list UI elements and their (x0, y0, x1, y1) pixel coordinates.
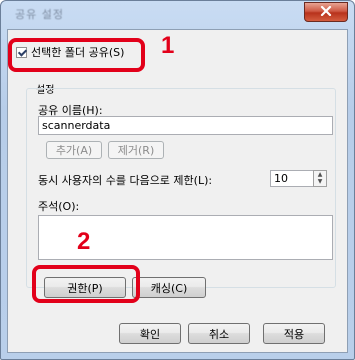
highlight-share-checkbox (8, 38, 145, 72)
callout-number-1: 1 (161, 32, 175, 59)
window-title: 공유 설정 (15, 8, 64, 21)
cancel-button[interactable]: 취소 (188, 323, 250, 344)
close-icon (320, 5, 332, 19)
comment-label: 주석(O): (38, 200, 80, 213)
callout-number-2: 2 (77, 228, 91, 255)
title-bar[interactable]: 공유 설정 (1, 1, 354, 27)
spin-up-icon[interactable]: ▲ (314, 171, 326, 178)
ok-button[interactable]: 확인 (119, 323, 181, 344)
user-limit-input[interactable]: 10 (270, 170, 314, 187)
user-limit-label: 동시 사용자의 수를 다음으로 제한(L): (38, 174, 213, 187)
share-name-value: scannerdata (42, 119, 111, 132)
close-button[interactable] (304, 2, 348, 22)
remove-button[interactable]: 제거(R) (108, 141, 164, 159)
spin-down-icon[interactable]: ▼ (314, 178, 326, 185)
add-button[interactable]: 추가(A) (46, 141, 102, 159)
highlight-permissions-button (32, 265, 140, 303)
caching-button[interactable]: 캐싱(C) (132, 277, 206, 298)
user-limit-spinner[interactable]: ▲ ▼ (313, 170, 327, 187)
apply-button[interactable]: 적용 (263, 323, 325, 344)
share-name-input[interactable]: scannerdata (38, 116, 333, 135)
dialog-body: 선택한 폴더 공유(S) 설정 공유 이름(H): scannerdata 추가… (7, 29, 348, 353)
user-limit-value: 10 (274, 172, 288, 185)
